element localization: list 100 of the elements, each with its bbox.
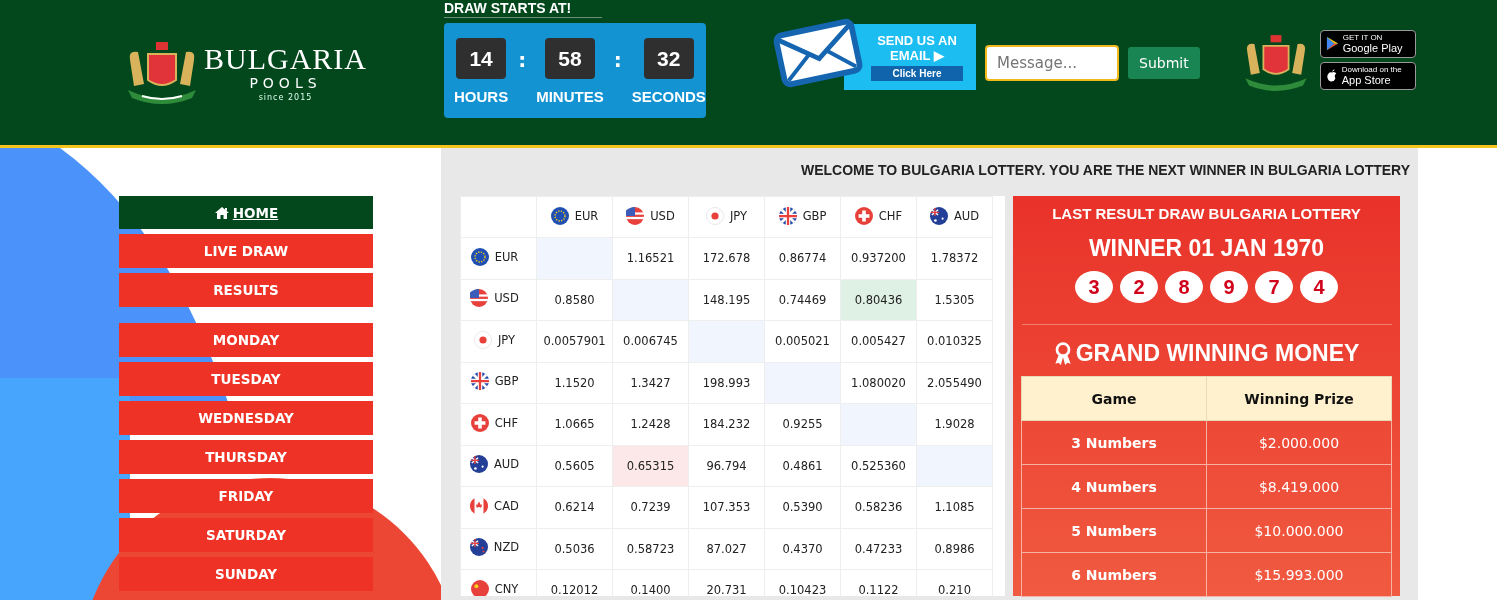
menu-item[interactable]: TUESDAY bbox=[119, 362, 373, 396]
rate-cell: 1.3427 bbox=[612, 362, 689, 404]
menu-item[interactable]: SATURDAY bbox=[119, 518, 373, 552]
ch-flag-icon bbox=[470, 413, 489, 432]
rate-cell: 148.195 bbox=[688, 279, 765, 321]
jp-flag-icon bbox=[705, 206, 724, 225]
rate-cell: 1.2428 bbox=[612, 403, 689, 445]
click-here-button[interactable]: Click Here bbox=[870, 65, 964, 81]
table-cell: $8.419.000 bbox=[1206, 464, 1392, 509]
rate-cell: 0.86774 bbox=[764, 237, 841, 279]
rate-cell: 0.9255 bbox=[764, 403, 841, 445]
row-header: JPY bbox=[460, 320, 537, 362]
table-cell: 5 Numbers bbox=[1021, 508, 1207, 553]
app-store-badge[interactable]: Download on the App Store bbox=[1319, 61, 1416, 90]
row-header: EUR bbox=[460, 237, 537, 279]
countdown-number: 14 bbox=[456, 38, 507, 79]
column-header: AUD bbox=[916, 196, 993, 238]
award-icon bbox=[1053, 341, 1072, 366]
table-cell: 3 Numbers bbox=[1021, 420, 1207, 465]
rate-cell: 0.8986 bbox=[916, 528, 993, 570]
rate-cell: 0.005021 bbox=[764, 320, 841, 362]
row-header: USD bbox=[460, 279, 537, 321]
gb-flag-icon bbox=[470, 372, 489, 391]
rate-cell: 0.8580 bbox=[536, 279, 613, 321]
number-ball: 4 bbox=[1300, 271, 1338, 303]
rate-cell: 0.74469 bbox=[764, 279, 841, 321]
row-header: GBP bbox=[460, 362, 537, 404]
rate-cell: 0.80436 bbox=[840, 279, 917, 321]
menu-item[interactable]: WEDNESDAY bbox=[119, 401, 373, 435]
rate-cell: 2.055490 bbox=[916, 362, 993, 404]
number-ball: 7 bbox=[1255, 271, 1293, 303]
row-header: AUD bbox=[460, 445, 537, 487]
home-icon bbox=[213, 205, 230, 220]
rate-cell: 0.4370 bbox=[764, 528, 841, 570]
marquee-text: WELCOME TO BULGARIA LOTTERY. YOU ARE THE NEXT WINNER IN BULGARIA LOTTERY bbox=[800, 162, 1411, 178]
rate-cell: 198.993 bbox=[688, 362, 765, 404]
countdown-title: DRAW STARTS AT! bbox=[444, 0, 602, 18]
rate-cell: 0.010325 bbox=[916, 320, 993, 362]
rate-cell: 1.0665 bbox=[536, 403, 613, 445]
au-flag-icon bbox=[469, 455, 488, 474]
column-header: CHF bbox=[840, 196, 917, 238]
row-header: NZD bbox=[460, 528, 537, 570]
rate-cell: 0.5390 bbox=[764, 486, 841, 528]
countdown-label: SECONDS bbox=[631, 88, 706, 105]
eu-flag-icon bbox=[550, 206, 569, 225]
number-ball: 3 bbox=[1075, 271, 1113, 303]
menu-item[interactable]: HOME bbox=[119, 196, 373, 229]
menu-item[interactable]: RESULTS bbox=[119, 273, 373, 307]
rate-cell: 0.4861 bbox=[764, 445, 841, 487]
column-header: EUR bbox=[536, 196, 613, 238]
rate-cell: 0.7239 bbox=[612, 486, 689, 528]
table-cell: $15.993.000 bbox=[1206, 552, 1392, 597]
rate-cell: 0.58723 bbox=[612, 528, 689, 570]
column-header: Winning Prize bbox=[1206, 376, 1392, 421]
google-play-badge[interactable]: GET IT ON Google Play bbox=[1319, 29, 1416, 58]
menu-item[interactable]: MONDAY bbox=[119, 323, 373, 357]
table-cell: $10.000.000 bbox=[1206, 508, 1392, 553]
rate-cell: 1.16521 bbox=[612, 237, 689, 279]
row-header: CAD bbox=[460, 486, 537, 528]
eu-flag-icon bbox=[470, 247, 489, 266]
row-header: CHF bbox=[460, 403, 537, 445]
ch-flag-icon bbox=[854, 206, 873, 225]
submit-button[interactable]: Submit bbox=[1128, 46, 1200, 79]
menu-item[interactable]: LIVE DRAW bbox=[119, 234, 373, 268]
play-icon bbox=[1325, 36, 1339, 51]
rate-cell: 0.65315 bbox=[612, 445, 689, 487]
rate-cell: 1.080020 bbox=[840, 362, 917, 404]
rate-cell: 0.5036 bbox=[536, 528, 613, 570]
logo-subtitle: POOLS bbox=[249, 75, 322, 91]
menu-item[interactable]: SUNDAY bbox=[119, 557, 373, 591]
countdown-number: 58 bbox=[544, 38, 595, 79]
rate-cell: 0.5605 bbox=[536, 445, 613, 487]
column-header: Game bbox=[1021, 376, 1207, 421]
rate-cell: 1.1520 bbox=[536, 362, 613, 404]
prize-title: GRAND WINNING MONEY bbox=[1075, 340, 1360, 367]
nz-flag-icon bbox=[469, 538, 488, 557]
column-header: USD bbox=[612, 196, 689, 238]
menu-item[interactable]: THURSDAY bbox=[119, 440, 373, 474]
rate-cell: 1.1085 bbox=[916, 486, 993, 528]
column-header: GBP bbox=[764, 196, 841, 238]
separator: : bbox=[518, 48, 527, 72]
rate-cell: 0.937200 bbox=[840, 237, 917, 279]
email-title: SEND US AN EMAIL ▶ bbox=[876, 32, 958, 63]
number-ball: 2 bbox=[1120, 271, 1158, 303]
rate-cell: 172.678 bbox=[688, 237, 765, 279]
rate-cell: 1.5305 bbox=[916, 279, 993, 321]
us-flag-icon bbox=[470, 289, 489, 308]
rate-cell: 87.027 bbox=[688, 528, 765, 570]
table-cell: 6 Numbers bbox=[1021, 552, 1207, 597]
table-cell: $2.000.000 bbox=[1206, 420, 1392, 465]
au-flag-icon bbox=[929, 206, 948, 225]
row-header: CNY bbox=[460, 569, 537, 596]
menu-item[interactable]: FRIDAY bbox=[119, 479, 373, 513]
apple-icon bbox=[1325, 68, 1338, 83]
rate-cell: 0.005427 bbox=[840, 320, 917, 362]
message-field[interactable]: Message... bbox=[985, 44, 1119, 81]
countdown-number: 32 bbox=[643, 38, 694, 79]
rate-cell: 1.9028 bbox=[916, 403, 993, 445]
rate-cell: 1.78372 bbox=[916, 237, 993, 279]
us-flag-icon bbox=[626, 206, 645, 225]
